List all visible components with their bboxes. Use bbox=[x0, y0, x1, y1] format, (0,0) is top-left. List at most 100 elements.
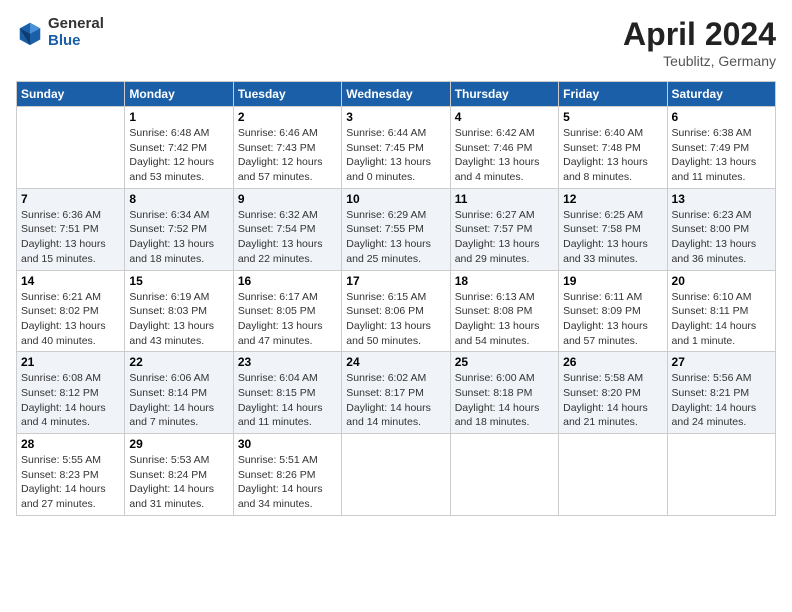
calendar-cell: 25 Sunrise: 6:00 AMSunset: 8:18 PMDayligh… bbox=[450, 352, 558, 434]
calendar-cell bbox=[667, 434, 775, 516]
page-header: General Blue April 2024 Teublitz, German… bbox=[16, 16, 776, 69]
day-detail: Sunrise: 6:42 AMSunset: 7:46 PMDaylight:… bbox=[455, 126, 554, 185]
day-number: 6 bbox=[672, 110, 771, 124]
day-detail: Sunrise: 5:56 AMSunset: 8:21 PMDaylight:… bbox=[672, 371, 771, 430]
day-number: 21 bbox=[21, 355, 120, 369]
day-number: 11 bbox=[455, 192, 554, 206]
day-detail: Sunrise: 6:11 AMSunset: 8:09 PMDaylight:… bbox=[563, 290, 662, 349]
calendar-cell: 4 Sunrise: 6:42 AMSunset: 7:46 PMDaylight… bbox=[450, 107, 558, 189]
day-detail: Sunrise: 6:36 AMSunset: 7:51 PMDaylight:… bbox=[21, 208, 120, 267]
calendar-week-row: 21 Sunrise: 6:08 AMSunset: 8:12 PMDayligh… bbox=[17, 352, 776, 434]
day-detail: Sunrise: 6:08 AMSunset: 8:12 PMDaylight:… bbox=[21, 371, 120, 430]
day-number: 27 bbox=[672, 355, 771, 369]
calendar-cell bbox=[450, 434, 558, 516]
day-detail: Sunrise: 6:21 AMSunset: 8:02 PMDaylight:… bbox=[21, 290, 120, 349]
calendar-cell: 17 Sunrise: 6:15 AMSunset: 8:06 PMDayligh… bbox=[342, 270, 450, 352]
calendar-cell: 19 Sunrise: 6:11 AMSunset: 8:09 PMDayligh… bbox=[559, 270, 667, 352]
day-number: 20 bbox=[672, 274, 771, 288]
day-detail: Sunrise: 6:27 AMSunset: 7:57 PMDaylight:… bbox=[455, 208, 554, 267]
day-number: 29 bbox=[129, 437, 228, 451]
day-detail: Sunrise: 6:34 AMSunset: 7:52 PMDaylight:… bbox=[129, 208, 228, 267]
calendar-cell: 30 Sunrise: 5:51 AMSunset: 8:26 PMDayligh… bbox=[233, 434, 341, 516]
day-detail: Sunrise: 5:55 AMSunset: 8:23 PMDaylight:… bbox=[21, 453, 120, 512]
day-number: 1 bbox=[129, 110, 228, 124]
day-number: 4 bbox=[455, 110, 554, 124]
calendar-cell: 2Sunrise: 6:46 AMSunset: 7:43 PMDaylight… bbox=[233, 107, 341, 189]
day-number: 8 bbox=[129, 192, 228, 206]
calendar-cell: 5 Sunrise: 6:40 AMSunset: 7:48 PMDaylight… bbox=[559, 107, 667, 189]
calendar-cell: 28 Sunrise: 5:55 AMSunset: 8:23 PMDayligh… bbox=[17, 434, 125, 516]
calendar-week-row: 28 Sunrise: 5:55 AMSunset: 8:23 PMDayligh… bbox=[17, 434, 776, 516]
calendar-cell: 10 Sunrise: 6:29 AMSunset: 7:55 PMDayligh… bbox=[342, 188, 450, 270]
day-number: 26 bbox=[563, 355, 662, 369]
day-header: Monday bbox=[125, 82, 233, 107]
calendar-cell: 21 Sunrise: 6:08 AMSunset: 8:12 PMDayligh… bbox=[17, 352, 125, 434]
calendar-cell: 11 Sunrise: 6:27 AMSunset: 7:57 PMDayligh… bbox=[450, 188, 558, 270]
day-detail: Sunrise: 6:15 AMSunset: 8:06 PMDaylight:… bbox=[346, 290, 445, 349]
day-number: 2 bbox=[238, 110, 337, 124]
day-detail: Sunrise: 6:13 AMSunset: 8:08 PMDaylight:… bbox=[455, 290, 554, 349]
day-number: 28 bbox=[21, 437, 120, 451]
day-detail: Sunrise: 6:44 AMSunset: 7:45 PMDaylight:… bbox=[346, 126, 445, 185]
day-detail: Sunrise: 5:51 AMSunset: 8:26 PMDaylight:… bbox=[238, 453, 337, 512]
logo-blue: Blue bbox=[48, 33, 104, 50]
calendar-cell: 14 Sunrise: 6:21 AMSunset: 8:02 PMDayligh… bbox=[17, 270, 125, 352]
day-detail: Sunrise: 6:38 AMSunset: 7:49 PMDaylight:… bbox=[672, 126, 771, 185]
day-detail: Sunrise: 6:29 AMSunset: 7:55 PMDaylight:… bbox=[346, 208, 445, 267]
day-detail: Sunrise: 6:10 AMSunset: 8:11 PMDaylight:… bbox=[672, 290, 771, 349]
logo-general: General bbox=[48, 16, 104, 33]
day-detail: Sunrise: 6:17 AMSunset: 8:05 PMDaylight:… bbox=[238, 290, 337, 349]
location: Teublitz, Germany bbox=[623, 53, 776, 69]
calendar-cell: 12 Sunrise: 6:25 AMSunset: 7:58 PMDayligh… bbox=[559, 188, 667, 270]
calendar-cell: 24Sunrise: 6:02 AMSunset: 8:17 PMDayligh… bbox=[342, 352, 450, 434]
day-detail: Sunrise: 6:25 AMSunset: 7:58 PMDaylight:… bbox=[563, 208, 662, 267]
calendar-week-row: 1Sunrise: 6:48 AMSunset: 7:42 PMDaylight… bbox=[17, 107, 776, 189]
calendar-cell: 29 Sunrise: 5:53 AMSunset: 8:24 PMDayligh… bbox=[125, 434, 233, 516]
day-detail: Sunrise: 6:06 AMSunset: 8:14 PMDaylight:… bbox=[129, 371, 228, 430]
day-number: 30 bbox=[238, 437, 337, 451]
calendar-week-row: 14 Sunrise: 6:21 AMSunset: 8:02 PMDayligh… bbox=[17, 270, 776, 352]
logo: General Blue bbox=[16, 16, 104, 49]
calendar-cell: 8 Sunrise: 6:34 AMSunset: 7:52 PMDaylight… bbox=[125, 188, 233, 270]
day-header: Friday bbox=[559, 82, 667, 107]
calendar-cell bbox=[342, 434, 450, 516]
day-number: 12 bbox=[563, 192, 662, 206]
day-number: 9 bbox=[238, 192, 337, 206]
calendar-cell: 1Sunrise: 6:48 AMSunset: 7:42 PMDaylight… bbox=[125, 107, 233, 189]
day-number: 3 bbox=[346, 110, 445, 124]
day-number: 18 bbox=[455, 274, 554, 288]
day-number: 16 bbox=[238, 274, 337, 288]
calendar-cell: 7 Sunrise: 6:36 AMSunset: 7:51 PMDaylight… bbox=[17, 188, 125, 270]
day-header: Sunday bbox=[17, 82, 125, 107]
day-number: 13 bbox=[672, 192, 771, 206]
calendar-cell bbox=[559, 434, 667, 516]
day-number: 17 bbox=[346, 274, 445, 288]
day-number: 10 bbox=[346, 192, 445, 206]
calendar-cell: 27 Sunrise: 5:56 AMSunset: 8:21 PMDayligh… bbox=[667, 352, 775, 434]
day-header: Thursday bbox=[450, 82, 558, 107]
day-number: 25 bbox=[455, 355, 554, 369]
day-detail: Sunrise: 6:00 AMSunset: 8:18 PMDaylight:… bbox=[455, 371, 554, 430]
day-detail: Sunrise: 6:19 AMSunset: 8:03 PMDaylight:… bbox=[129, 290, 228, 349]
day-detail: Sunrise: 6:23 AMSunset: 8:00 PMDaylight:… bbox=[672, 208, 771, 267]
day-number: 24 bbox=[346, 355, 445, 369]
day-number: 5 bbox=[563, 110, 662, 124]
calendar-cell: 3 Sunrise: 6:44 AMSunset: 7:45 PMDaylight… bbox=[342, 107, 450, 189]
day-header: Wednesday bbox=[342, 82, 450, 107]
title-block: April 2024 Teublitz, Germany bbox=[623, 16, 776, 69]
calendar-cell: 26Sunrise: 5:58 AMSunset: 8:20 PMDayligh… bbox=[559, 352, 667, 434]
day-header: Saturday bbox=[667, 82, 775, 107]
day-number: 7 bbox=[21, 192, 120, 206]
calendar-cell: 9Sunrise: 6:32 AMSunset: 7:54 PMDaylight… bbox=[233, 188, 341, 270]
day-number: 14 bbox=[21, 274, 120, 288]
day-detail: Sunrise: 6:40 AMSunset: 7:48 PMDaylight:… bbox=[563, 126, 662, 185]
calendar-cell: 22 Sunrise: 6:06 AMSunset: 8:14 PMDayligh… bbox=[125, 352, 233, 434]
day-number: 19 bbox=[563, 274, 662, 288]
month-title: April 2024 bbox=[623, 16, 776, 53]
calendar-cell bbox=[17, 107, 125, 189]
calendar-cell: 23Sunrise: 6:04 AMSunset: 8:15 PMDayligh… bbox=[233, 352, 341, 434]
day-detail: Sunrise: 5:53 AMSunset: 8:24 PMDaylight:… bbox=[129, 453, 228, 512]
day-header: Tuesday bbox=[233, 82, 341, 107]
day-detail: Sunrise: 6:04 AMSunset: 8:15 PMDaylight:… bbox=[238, 371, 337, 430]
day-number: 22 bbox=[129, 355, 228, 369]
